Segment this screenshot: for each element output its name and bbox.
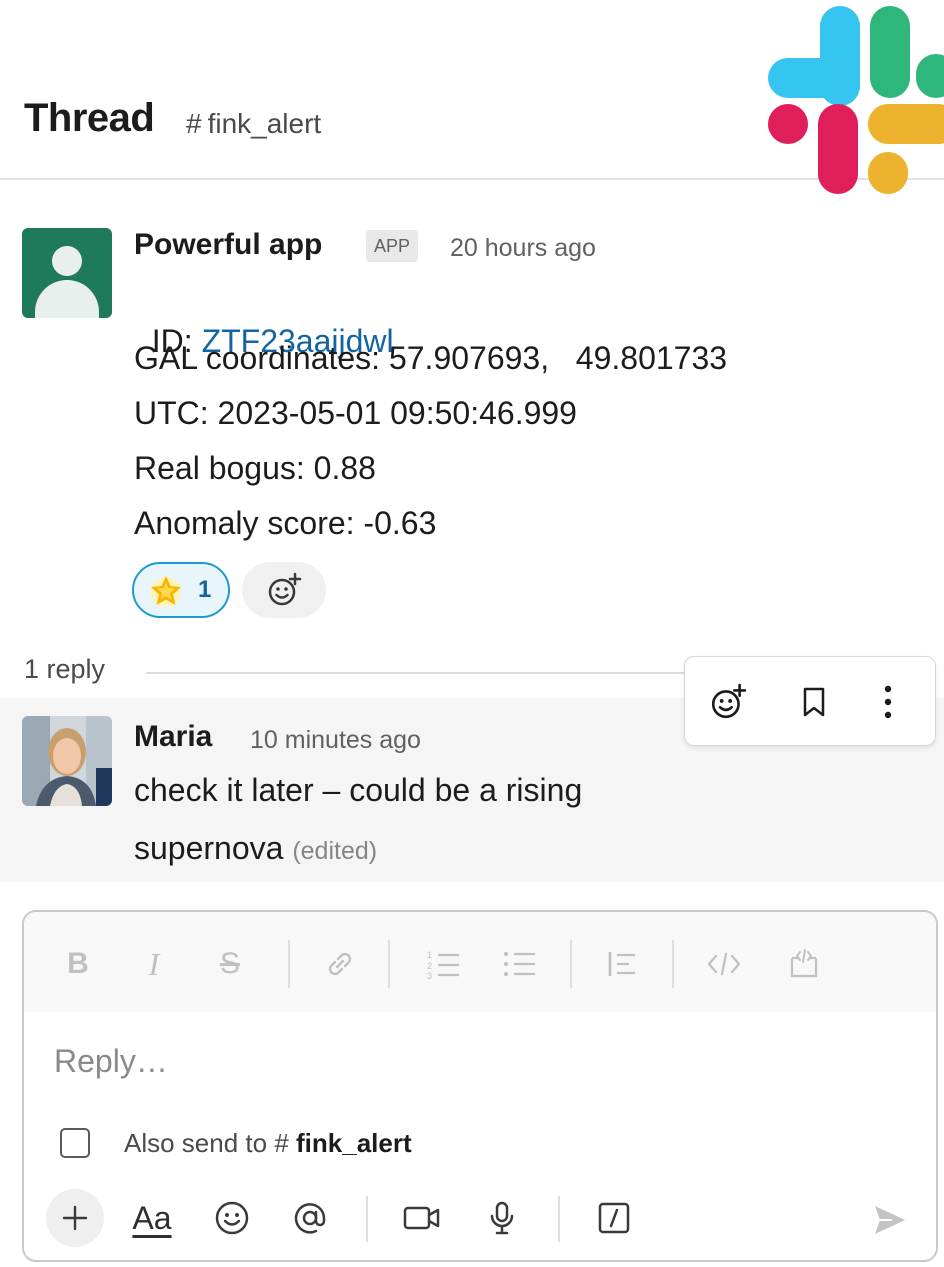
send-icon	[875, 1206, 905, 1234]
microphone-icon	[490, 1201, 514, 1235]
plus-icon	[62, 1205, 88, 1231]
toolbar-divider	[366, 1196, 368, 1242]
reaction-pill[interactable]: 1	[132, 562, 230, 618]
slash-command-icon	[598, 1202, 630, 1234]
strikethrough-icon[interactable]: S	[210, 944, 250, 984]
reply-divider	[146, 672, 706, 674]
also-send-checkbox[interactable]	[60, 1128, 90, 1158]
toolbar-divider	[388, 940, 390, 988]
more-actions-icon	[884, 685, 892, 719]
bulleted-list-icon[interactable]	[500, 944, 540, 984]
reply-text-line-1: check it later – could be a rising	[134, 772, 583, 808]
bookmark-button[interactable]	[791, 679, 837, 725]
reply-timestamp[interactable]: 10 minutes ago	[250, 726, 421, 755]
mention-icon	[294, 1203, 326, 1234]
video-camera-icon	[403, 1206, 440, 1230]
more-actions-button[interactable]	[865, 679, 911, 725]
also-send-label[interactable]: Also send to # fink_alert	[124, 1128, 412, 1159]
ordered-list-icon[interactable]: 123	[424, 944, 464, 984]
composer-actions-bar: Aa	[24, 1184, 936, 1254]
message-actions-toolbar	[684, 656, 936, 746]
message-line-anomaly-score: Anomaly score: -0.63	[134, 505, 437, 541]
also-send-hash: #	[274, 1128, 289, 1158]
send-button[interactable]	[866, 1196, 914, 1244]
reply-sender-name[interactable]: Maria	[134, 720, 212, 754]
message-line-coordinates: GAL coordinates: 57.907693, 49.801733	[134, 340, 728, 376]
message-line-real-bogus: Real bogus: 0.88	[134, 450, 376, 486]
emoji-icon	[215, 1201, 249, 1235]
attach-button[interactable]	[46, 1189, 104, 1247]
emoji-button[interactable]	[208, 1194, 256, 1242]
channel-name: fink_alert	[207, 108, 322, 139]
reply-input[interactable]	[54, 1038, 894, 1084]
user-avatar[interactable]	[22, 716, 112, 806]
also-send-prefix: Also send to	[124, 1128, 275, 1158]
mention-button[interactable]	[286, 1194, 334, 1242]
channel-hash: #	[186, 108, 202, 139]
svg-text:3: 3	[427, 971, 432, 979]
also-send-channel: fink_alert	[296, 1128, 412, 1158]
italic-icon[interactable]: I	[134, 944, 174, 984]
reply-composer: B I S 123 Also send to # fink_alert	[22, 910, 938, 1262]
thread-title: Thread	[24, 96, 155, 140]
edited-label: (edited)	[292, 837, 378, 865]
app-avatar[interactable]	[22, 228, 112, 318]
shortcuts-button[interactable]	[590, 1194, 638, 1242]
sender-name[interactable]: Powerful app	[134, 228, 322, 262]
reply-text-line-2: supernova (edited)	[134, 830, 377, 867]
bold-icon[interactable]: B	[58, 944, 98, 984]
toolbar-divider	[558, 1196, 560, 1242]
video-clip-button[interactable]	[398, 1194, 446, 1242]
message-timestamp[interactable]: 20 hours ago	[450, 234, 596, 263]
code-icon[interactable]	[704, 944, 744, 984]
slack-logo	[768, 6, 944, 194]
toolbar-divider	[570, 940, 572, 988]
svg-text:2: 2	[427, 961, 432, 971]
glowing-star-icon	[151, 576, 181, 607]
text-format-button[interactable]: Aa	[128, 1194, 176, 1242]
reaction-count: 1	[198, 576, 212, 603]
svg-text:1: 1	[427, 950, 432, 960]
reply-text-word: supernova	[134, 830, 284, 866]
formatting-toolbar: B I S 123	[24, 912, 936, 1012]
add-reaction-icon	[268, 572, 302, 606]
message-line-utc: UTC: 2023-05-01 09:50:46.999	[134, 395, 577, 431]
add-reaction-action-button[interactable]	[705, 679, 751, 725]
link-icon[interactable]	[320, 944, 360, 984]
channel-link[interactable]: # fink_alert	[186, 108, 321, 140]
blockquote-icon[interactable]	[602, 944, 642, 984]
app-badge: APP	[366, 230, 419, 262]
add-reaction-icon	[711, 683, 747, 719]
add-reaction-button[interactable]	[242, 562, 326, 618]
avatar-head-shape	[52, 246, 82, 276]
code-block-icon[interactable]	[784, 944, 824, 984]
audio-clip-button[interactable]	[478, 1194, 526, 1242]
reply-count: 1 reply	[24, 654, 106, 684]
toolbar-divider	[288, 940, 290, 988]
avatar-body-shape	[35, 280, 99, 318]
toolbar-divider	[672, 940, 674, 988]
bookmark-icon	[803, 687, 825, 717]
